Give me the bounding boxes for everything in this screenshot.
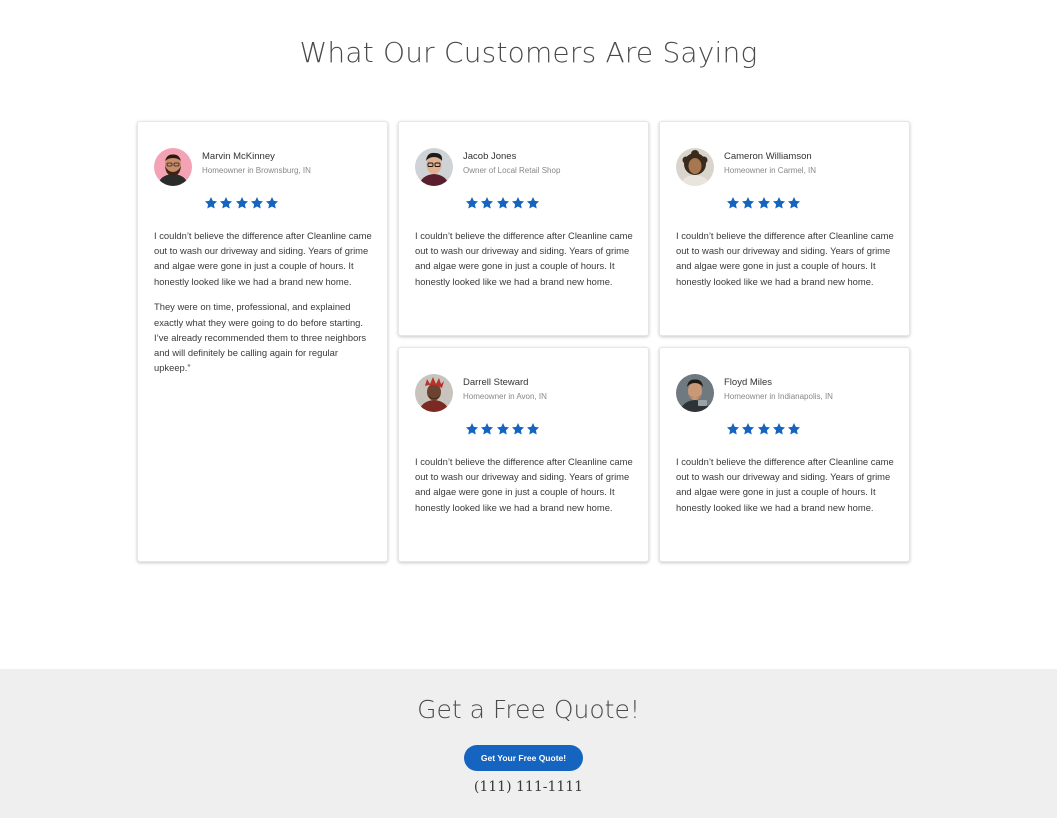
star-icon	[772, 196, 786, 210]
testimonial-paragraph: I couldn’t believe the difference after …	[676, 456, 894, 513]
reviewer-role: Homeowner in Indianapolis, IN	[724, 392, 833, 401]
star-icon	[772, 422, 786, 436]
reviewer-name: Floyd Miles	[724, 377, 773, 388]
star-icon	[526, 196, 540, 210]
testimonial-paragraph: I couldn’t believe the difference after …	[415, 456, 633, 513]
testimonial-text: I couldn’t believe the difference after …	[676, 228, 898, 289]
testimonial-paragraph: I couldn’t believe the difference after …	[154, 230, 372, 287]
testimonial-text: I couldn’t believe the difference after …	[415, 454, 637, 515]
reviewer-header: Floyd Miles Homeowner in Indianapolis, I…	[676, 374, 901, 412]
testimonial-card: Floyd Miles Homeowner in Indianapolis, I…	[659, 347, 910, 562]
star-icon	[265, 196, 279, 210]
testimonial-card: Marvin McKinney Homeowner in Brownsburg,…	[137, 121, 388, 562]
testimonials-heading: What Our Customers Are Saying	[299, 36, 758, 69]
phone-number[interactable]: (111) 111-1111	[0, 779, 1057, 795]
star-rating	[726, 422, 802, 436]
testimonial-text: I couldn’t believe the difference after …	[676, 454, 898, 515]
testimonials-grid: Marvin McKinney Homeowner in Brownsburg,…	[137, 121, 911, 563]
testimonial-card: Darrell Steward Homeowner in Avon, IN I …	[398, 347, 649, 562]
reviewer-header: Marvin McKinney Homeowner in Brownsburg,…	[154, 148, 379, 186]
reviewer-avatar	[676, 374, 714, 412]
star-icon	[235, 196, 249, 210]
reviewer-header: Darrell Steward Homeowner in Avon, IN	[415, 374, 640, 412]
reviewer-name: Jacob Jones	[463, 151, 517, 162]
reviewer-role: Homeowner in Brownsburg, IN	[202, 166, 311, 175]
free-quote-section: Get a Free Quote! Get Your Free Quote! (…	[0, 669, 1057, 818]
reviewer-avatar	[676, 148, 714, 186]
star-rating	[204, 196, 280, 210]
testimonial-paragraph: They were on time, professional, and exp…	[154, 301, 367, 374]
star-rating	[465, 422, 541, 436]
star-icon	[511, 422, 525, 436]
testimonial-paragraph: I couldn’t believe the difference after …	[676, 230, 894, 287]
testimonial-paragraph: I couldn’t believe the difference after …	[415, 230, 633, 287]
reviewer-avatar	[415, 148, 453, 186]
reviewer-name: Marvin McKinney	[202, 151, 275, 162]
testimonial-text: I couldn’t believe the difference after …	[415, 228, 637, 289]
reviewer-header: Jacob Jones Owner of Local Retail Shop	[415, 148, 640, 186]
star-icon	[465, 196, 479, 210]
star-icon	[496, 196, 510, 210]
reviewer-role: Homeowner in Carmel, IN	[724, 166, 817, 175]
star-icon	[726, 422, 740, 436]
reviewer-role: Owner of Local Retail Shop	[463, 166, 561, 175]
reviewer-role: Homeowner in Avon, IN	[463, 392, 547, 401]
star-icon	[741, 196, 755, 210]
reviewer-name: Darrell Steward	[463, 377, 529, 388]
star-icon	[741, 422, 755, 436]
star-icon	[787, 196, 801, 210]
testimonial-card: Jacob Jones Owner of Local Retail Shop I…	[398, 121, 649, 336]
get-free-quote-button[interactable]: Get Your Free Quote!	[464, 745, 583, 771]
reviewer-name: Cameron Williamson	[724, 151, 812, 162]
free-quote-heading: Get a Free Quote!	[417, 695, 640, 724]
star-rating	[465, 196, 541, 210]
testimonial-card: Cameron Williamson Homeowner in Carmel, …	[659, 121, 910, 336]
star-icon	[757, 196, 771, 210]
reviewer-avatar	[415, 374, 453, 412]
star-icon	[511, 196, 525, 210]
star-icon	[465, 422, 479, 436]
star-icon	[219, 196, 233, 210]
star-icon	[250, 196, 264, 210]
star-icon	[480, 422, 494, 436]
star-icon	[204, 196, 218, 210]
testimonial-text: I couldn’t believe the difference after …	[154, 228, 376, 375]
star-icon	[787, 422, 801, 436]
reviewer-header: Cameron Williamson Homeowner in Carmel, …	[676, 148, 901, 186]
star-icon	[757, 422, 771, 436]
star-icon	[480, 196, 494, 210]
star-icon	[726, 196, 740, 210]
star-icon	[526, 422, 540, 436]
star-icon	[496, 422, 510, 436]
star-rating	[726, 196, 802, 210]
reviewer-avatar	[154, 148, 192, 186]
